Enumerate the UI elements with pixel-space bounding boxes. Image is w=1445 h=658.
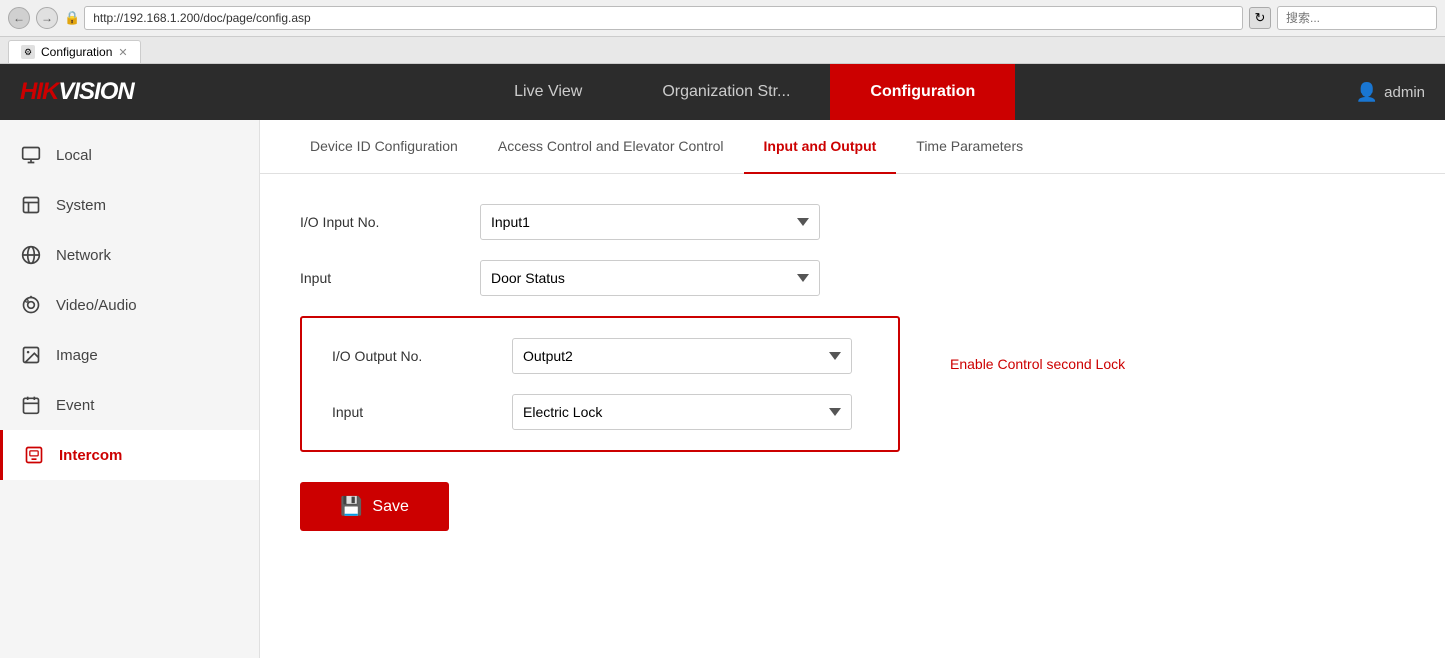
search-input[interactable]: [1277, 6, 1437, 30]
tab-bar: ⚙ Configuration ✕: [0, 37, 1445, 63]
output-section: I/O Output No. Output1 Output2 Output3 I…: [300, 316, 900, 452]
tab-input-output[interactable]: Input and Output: [744, 120, 897, 174]
user-label: admin: [1384, 84, 1425, 101]
secure-icon: 🔒: [64, 10, 80, 26]
output-input-select[interactable]: Electric Lock Normal Open Normal Close: [512, 394, 852, 430]
intercom-icon: [23, 444, 45, 466]
enable-control-wrapper: Enable Control second Lock: [920, 316, 1125, 372]
address-bar[interactable]: [84, 6, 1243, 30]
io-input-select[interactable]: Input1 Input2 Input3: [480, 204, 820, 240]
sidebar-item-event[interactable]: Event: [0, 380, 259, 430]
image-icon: [20, 344, 42, 366]
monitor-icon: [20, 144, 42, 166]
main-layout: Local System Network Video/Audio Image: [0, 120, 1445, 658]
save-label: Save: [372, 498, 408, 516]
tab-access-control[interactable]: Access Control and Elevator Control: [478, 120, 744, 173]
save-button[interactable]: 💾 Save: [300, 482, 449, 531]
sidebar-label-network: Network: [56, 247, 111, 264]
nav-live-view[interactable]: Live View: [474, 64, 622, 120]
browser-toolbar: ← → 🔒 ↻: [0, 0, 1445, 37]
sidebar-item-network[interactable]: Network: [0, 230, 259, 280]
content-area: Device ID Configuration Access Control a…: [260, 120, 1445, 658]
sidebar-item-video-audio[interactable]: Video/Audio: [0, 280, 259, 330]
tab-favicon: ⚙: [21, 45, 35, 59]
content-body: I/O Input No. Input1 Input2 Input3 Input…: [260, 174, 1445, 561]
event-icon: [20, 394, 42, 416]
nav-configuration[interactable]: Configuration: [830, 64, 1015, 120]
sidebar-label-event: Event: [56, 397, 94, 414]
header-user: 👤 admin: [1356, 82, 1425, 103]
sidebar-label-image: Image: [56, 347, 98, 364]
io-input-label: I/O Input No.: [300, 214, 480, 230]
io-output-select[interactable]: Output1 Output2 Output3: [512, 338, 852, 374]
header-nav: Live View Organization Str... Configurat…: [134, 64, 1356, 120]
back-button[interactable]: ←: [8, 7, 30, 29]
browser-tab[interactable]: ⚙ Configuration ✕: [8, 40, 141, 63]
input-door-row: Input Door Status Normal Open Normal Clo…: [300, 260, 1405, 296]
input-door-select[interactable]: Door Status Normal Open Normal Close: [480, 260, 820, 296]
logo-vision: VISION: [58, 78, 133, 105]
save-icon: 💾: [340, 496, 362, 517]
sidebar-item-system[interactable]: System: [0, 180, 259, 230]
sidebar-label-local: Local: [56, 147, 92, 164]
nav-organization[interactable]: Organization Str...: [622, 64, 830, 120]
app-header: HIKVISION Live View Organization Str... …: [0, 64, 1445, 120]
tab-device-id[interactable]: Device ID Configuration: [290, 120, 478, 173]
io-input-row: I/O Input No. Input1 Input2 Input3: [300, 204, 1405, 240]
sidebar-item-image[interactable]: Image: [0, 330, 259, 380]
browser-chrome: ← → 🔒 ↻ ⚙ Configuration ✕: [0, 0, 1445, 64]
logo-hik: HIK: [20, 78, 58, 105]
tab-time-parameters[interactable]: Time Parameters: [896, 120, 1043, 173]
output-section-wrapper: I/O Output No. Output1 Output2 Output3 I…: [300, 316, 1405, 472]
sidebar-label-video-audio: Video/Audio: [56, 297, 137, 314]
network-icon: [20, 244, 42, 266]
refresh-button[interactable]: ↻: [1249, 7, 1271, 29]
io-output-label: I/O Output No.: [332, 348, 512, 364]
sidebar: Local System Network Video/Audio Image: [0, 120, 260, 658]
video-icon: [20, 294, 42, 316]
system-icon: [20, 194, 42, 216]
logo: HIKVISION: [20, 78, 134, 106]
output-input-row: Input Electric Lock Normal Open Normal C…: [332, 394, 868, 430]
sidebar-label-system: System: [56, 197, 106, 214]
io-output-row: I/O Output No. Output1 Output2 Output3: [332, 338, 868, 374]
sidebar-item-local[interactable]: Local: [0, 130, 259, 180]
user-icon: 👤: [1356, 82, 1378, 103]
tab-label: Configuration: [41, 45, 112, 59]
sidebar-label-intercom: Intercom: [59, 447, 122, 464]
tab-close-button[interactable]: ✕: [118, 46, 127, 59]
sidebar-item-intercom[interactable]: Intercom: [0, 430, 259, 480]
forward-button[interactable]: →: [36, 7, 58, 29]
tab-navigation: Device ID Configuration Access Control a…: [260, 120, 1445, 174]
output-input-label: Input: [332, 404, 512, 420]
enable-control-link[interactable]: Enable Control second Lock: [950, 356, 1125, 372]
input-door-label: Input: [300, 270, 480, 286]
